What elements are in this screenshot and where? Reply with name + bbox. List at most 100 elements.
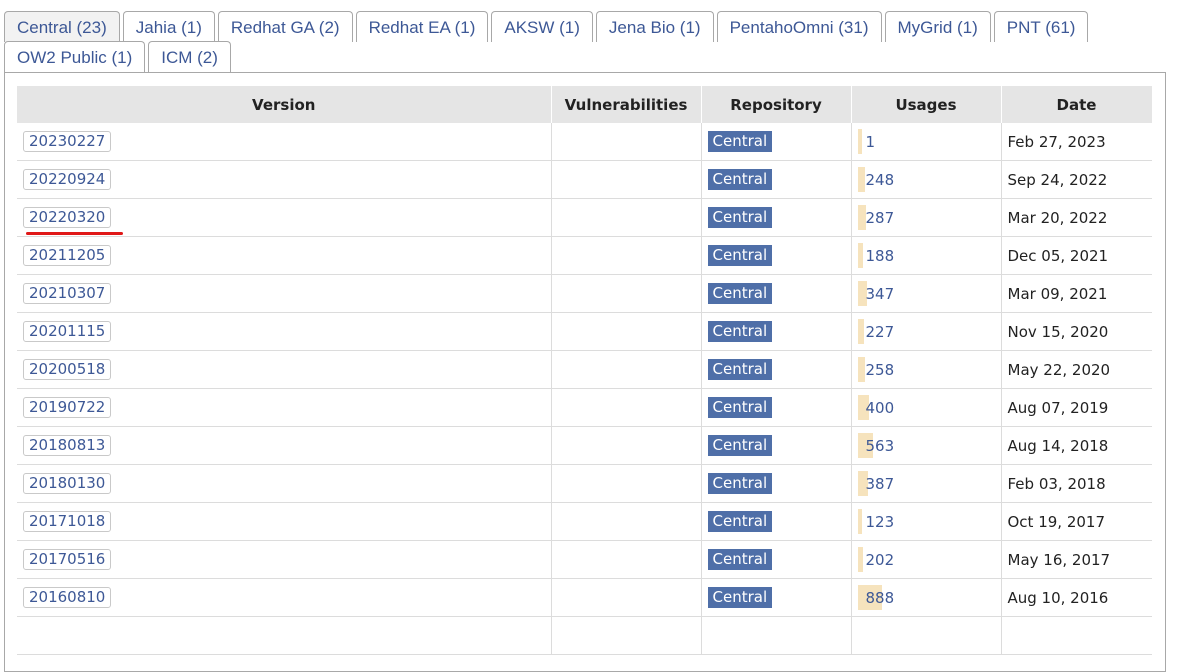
version-link[interactable]: 20201115 (23, 321, 112, 342)
vulnerabilities-cell (551, 502, 702, 541)
tab-pentahoomni[interactable]: PentahoOmni (31) (716, 11, 882, 42)
vulnerabilities-cell (551, 540, 702, 579)
usages-cell: 400 (851, 388, 1002, 427)
header-repository[interactable]: Repository (701, 86, 852, 123)
repository-cell: Central (701, 198, 852, 237)
version-link[interactable]: 20220320 (23, 207, 112, 228)
usages-link[interactable]: 1 (866, 133, 876, 151)
usages-link[interactable]: 563 (866, 437, 895, 455)
table-row (17, 616, 1152, 655)
usages-cell: 227 (851, 312, 1002, 351)
usages-link[interactable]: 248 (866, 171, 895, 189)
usage-bar (857, 357, 865, 382)
usages-link[interactable]: 287 (866, 209, 895, 227)
version-link[interactable]: 20220924 (23, 169, 112, 190)
usages-cell: 123 (851, 502, 1002, 541)
version-cell: 20190722 (17, 388, 552, 427)
repository-badge[interactable]: Central (707, 283, 773, 304)
repository-badge[interactable]: Central (707, 207, 773, 228)
version-link-wrap: 20210307 (23, 283, 112, 304)
table-row: 20211205 Central 188 Dec 05, 2021 (17, 236, 1152, 275)
vulnerabilities-cell (551, 312, 702, 351)
repository-badge[interactable]: Central (707, 321, 773, 342)
usages-link[interactable]: 123 (866, 513, 895, 531)
date-cell: Aug 14, 2018 (1001, 426, 1152, 465)
repository-badge[interactable]: Central (707, 473, 773, 494)
usages-cell: 248 (851, 160, 1002, 199)
repository-badge[interactable]: Central (707, 359, 773, 380)
repository-badge[interactable]: Central (707, 435, 773, 456)
date-cell: Aug 10, 2016 (1001, 578, 1152, 617)
usages-link[interactable]: 188 (866, 247, 895, 265)
versions-panel: Version Vulnerabilities Repository Usage… (4, 72, 1166, 672)
tab-redhat-ga[interactable]: Redhat GA (2) (217, 11, 353, 42)
version-link[interactable]: 20200518 (23, 359, 112, 380)
tab-central[interactable]: Central (23) (4, 11, 120, 42)
usages-link[interactable]: 888 (866, 589, 895, 607)
tab-jahia[interactable]: Jahia (1) (122, 11, 215, 42)
version-link[interactable]: 20171018 (23, 511, 112, 532)
version-link-wrap: 20230227 (23, 131, 112, 152)
vulnerabilities-cell (551, 464, 702, 503)
repository-badge[interactable]: Central (707, 397, 773, 418)
version-link-wrap: 20200518 (23, 359, 112, 380)
repository-badge[interactable]: Central (707, 131, 773, 152)
repository-cell: Central (701, 160, 852, 199)
tab-pnt[interactable]: PNT (61) (993, 11, 1089, 42)
repository-badge[interactable]: Central (707, 169, 773, 190)
header-vulnerabilities[interactable]: Vulnerabilities (551, 86, 702, 123)
repository-badge[interactable]: Central (707, 511, 773, 532)
tab-ow2-public[interactable]: OW2 Public (1) (4, 41, 146, 72)
version-link[interactable]: 20160810 (23, 587, 112, 608)
repository-badge[interactable]: Central (707, 549, 773, 570)
version-cell: 20201115 (17, 312, 552, 351)
date-cell: Feb 27, 2023 (1001, 123, 1152, 161)
table-row: 20180130 Central 387 Feb 03, 2018 (17, 464, 1152, 503)
usage-bar (857, 547, 863, 572)
version-link[interactable]: 20210307 (23, 283, 112, 304)
version-cell: 20220320 (17, 198, 552, 237)
usages-link[interactable]: 227 (866, 323, 895, 341)
date-cell: Aug 07, 2019 (1001, 388, 1152, 427)
usages-link[interactable]: 347 (866, 285, 895, 303)
version-cell: 20160810 (17, 578, 552, 617)
version-link[interactable]: 20190722 (23, 397, 112, 418)
usage-bar (857, 509, 862, 534)
version-link[interactable]: 20211205 (23, 245, 112, 266)
usages-cell: 202 (851, 540, 1002, 579)
usages-link[interactable]: 202 (866, 551, 895, 569)
version-link[interactable]: 20180130 (23, 473, 112, 494)
tab-redhat-ea[interactable]: Redhat EA (1) (355, 11, 489, 42)
date-cell: Dec 05, 2021 (1001, 236, 1152, 275)
version-cell: 20230227 (17, 123, 552, 161)
version-link[interactable]: 20230227 (23, 131, 112, 152)
tab-aksw[interactable]: AKSW (1) (491, 11, 593, 42)
version-cell: 20200518 (17, 350, 552, 389)
version-link[interactable]: 20180813 (23, 435, 112, 456)
tab-icm[interactable]: ICM (2) (148, 41, 231, 72)
header-usages[interactable]: Usages (851, 86, 1002, 123)
usages-link[interactable]: 258 (866, 361, 895, 379)
usages-link[interactable]: 400 (866, 399, 895, 417)
version-cell: 20211205 (17, 236, 552, 275)
header-version[interactable]: Version (17, 86, 552, 123)
vulnerabilities-cell (551, 578, 702, 617)
tab-jena-bio[interactable]: Jena Bio (1) (595, 11, 714, 42)
tab-mygrid[interactable]: MyGrid (1) (884, 11, 991, 42)
usages-cell: 888 (851, 578, 1002, 617)
repository-cell: Central (701, 236, 852, 275)
repository-cell: Central (701, 578, 852, 617)
repository-badge[interactable]: Central (707, 587, 773, 608)
date-cell: Nov 15, 2020 (1001, 312, 1152, 351)
usages-link[interactable]: 387 (866, 475, 895, 493)
date-cell (1001, 616, 1152, 655)
version-link[interactable]: 20170516 (23, 549, 112, 570)
repository-cell: Central (701, 312, 852, 351)
header-date[interactable]: Date (1001, 86, 1153, 123)
table-row: 20220924 Central 248 Sep 24, 2022 (17, 160, 1152, 199)
repository-cell (701, 616, 852, 655)
version-link-wrap: 20220924 (23, 169, 112, 190)
usage-bar (857, 243, 863, 268)
version-cell: 20220924 (17, 160, 552, 199)
repository-badge[interactable]: Central (707, 245, 773, 266)
